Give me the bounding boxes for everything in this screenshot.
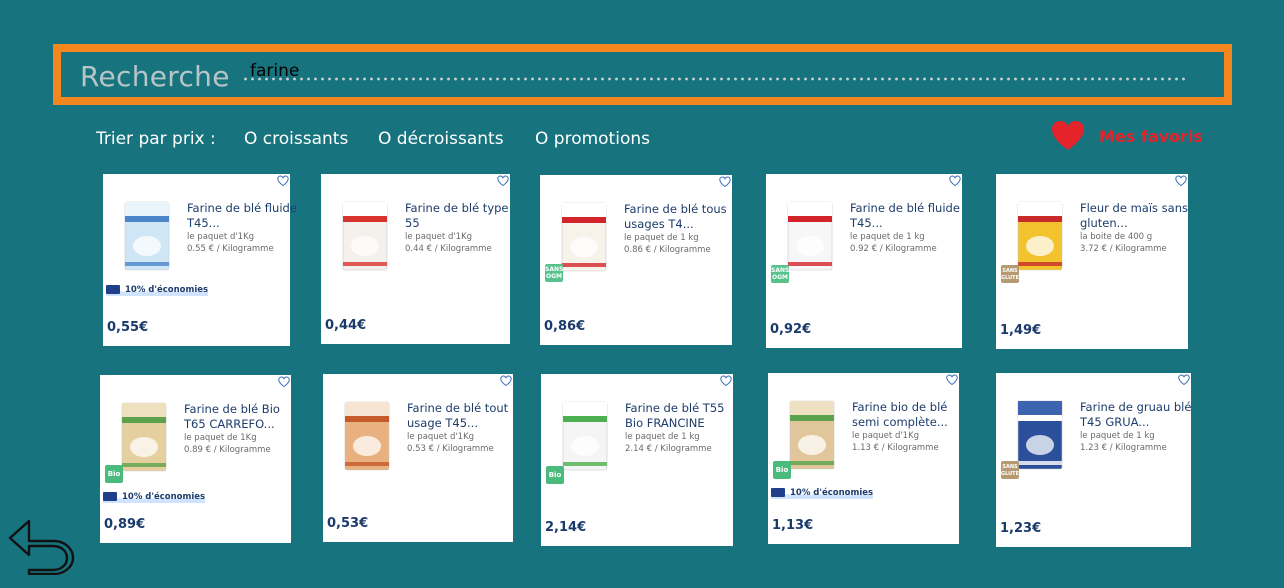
product-unit: le paquet de 1Kg — [184, 433, 257, 443]
promo-tag-icon — [103, 492, 117, 501]
product-price: 1,49€ — [1000, 323, 1042, 338]
product-card[interactable]: Farine bio de blé semi complète... le paq… — [768, 373, 959, 544]
promo-badge: 10% d'économies — [106, 285, 209, 296]
product-card[interactable]: Farine de blé fluide T45... le paquet d'1… — [103, 174, 297, 346]
product-unit: le paquet de 1 kg — [625, 432, 700, 442]
sort-option-decroissants[interactable]: O décroissants — [378, 129, 504, 149]
product-card[interactable]: Farine de gruau blé T45 GRUA... le paquet… — [996, 373, 1191, 547]
product-price-per-kg: 0.55 € / Kilogramme — [187, 244, 274, 254]
product-unit: le paquet de 1 kg — [850, 232, 925, 242]
product-name[interactable]: Farine de blé fluide T45... — [850, 201, 968, 231]
product-unit: le paquet d'1Kg — [852, 431, 920, 441]
product-price: 1,23€ — [1000, 521, 1042, 536]
search-box[interactable]: Recherche farine — [53, 44, 1232, 105]
favorite-heart-icon[interactable] — [720, 375, 732, 387]
product-image — [1017, 201, 1063, 271]
product-unit: le paquet d'1Kg — [187, 232, 255, 242]
sort-option-croissants[interactable]: O croissants — [244, 129, 348, 149]
product-card[interactable]: Farine de blé Bio T65 CARREFO... le paque… — [100, 375, 291, 543]
product-price: 0,53€ — [327, 516, 369, 531]
product-name[interactable]: Farine de blé fluide T45... — [187, 201, 305, 231]
product-image — [342, 201, 388, 271]
product-price-per-kg: 0.89 € / Kilogramme — [184, 445, 271, 455]
product-card[interactable]: Farine de blé tout usage T45... le paquet… — [323, 374, 513, 542]
product-price: 0,86€ — [544, 319, 586, 334]
product-card[interactable]: Farine de blé type 55 le paquet d'1Kg 0.44… — [321, 174, 510, 344]
favorite-heart-icon[interactable] — [278, 376, 290, 388]
product-price: 2,14€ — [545, 520, 587, 535]
product-image — [562, 401, 608, 471]
product-price-per-kg: 2.14 € / Kilogramme — [625, 444, 712, 454]
product-price-per-kg: 3.72 € / Kilogramme — [1080, 244, 1167, 254]
product-price-per-kg: 1.13 € / Kilogramme — [852, 443, 939, 453]
product-name[interactable]: Farine de blé tous usages T4... — [624, 202, 742, 232]
favorite-heart-icon[interactable] — [1178, 374, 1190, 386]
product-unit: le paquet d'1Kg — [407, 432, 475, 442]
promo-badge: 10% d'économies — [103, 492, 206, 503]
product-label-badge: Bio — [105, 465, 123, 483]
search-input[interactable]: farine — [250, 61, 299, 81]
product-price: 1,13€ — [772, 518, 814, 533]
product-name[interactable]: Farine de blé T55 Bio FRANCINE — [625, 401, 743, 431]
product-image — [789, 400, 835, 470]
product-image — [561, 202, 607, 272]
favorites-label: Mes favoris — [1099, 127, 1203, 146]
favorite-heart-icon[interactable] — [500, 375, 512, 387]
product-name[interactable]: Farine de blé Bio T65 CARREFO... — [184, 402, 302, 432]
favorite-heart-icon[interactable] — [277, 175, 289, 187]
product-name[interactable]: Fleur de maïs sans gluten... — [1080, 201, 1198, 231]
product-price: 0,92€ — [770, 322, 812, 337]
product-label-badge: SANS GLUTEN — [1001, 461, 1019, 479]
product-card[interactable]: Farine de blé tous usages T4... le paquet… — [540, 175, 732, 345]
product-unit: le paquet de 1 kg — [624, 233, 699, 243]
promo-text: 10% d'économies — [125, 285, 209, 295]
product-label-badge: SANS OGM — [771, 265, 789, 283]
product-name[interactable]: Farine bio de blé semi complète... — [852, 400, 970, 430]
product-image — [121, 402, 167, 472]
product-price-per-kg: 0.44 € / Kilogramme — [405, 244, 492, 254]
search-dotted-line — [242, 77, 1189, 81]
search-label: Recherche — [80, 60, 230, 93]
product-image — [1017, 400, 1063, 470]
back-arrow-icon[interactable] — [7, 518, 75, 575]
product-price-per-kg: 0.53 € / Kilogramme — [407, 444, 494, 454]
favorite-heart-icon[interactable] — [719, 176, 731, 188]
product-image — [344, 401, 390, 471]
product-price: 0,55€ — [107, 320, 149, 335]
product-label-badge: SANS GLUTEN — [1001, 265, 1019, 283]
sort-title: Trier par prix : — [96, 129, 216, 149]
product-name[interactable]: Farine de blé tout usage T45... — [407, 401, 525, 431]
promo-text: 10% d'économies — [790, 488, 874, 498]
product-name[interactable]: Farine de gruau blé T45 GRUA... — [1080, 400, 1198, 430]
product-label-badge: Bio — [773, 461, 791, 479]
heart-icon — [1052, 121, 1084, 150]
promo-tag-icon — [771, 488, 785, 497]
product-card[interactable]: Fleur de maïs sans gluten... la boite de … — [996, 174, 1188, 349]
promo-text: 10% d'économies — [122, 492, 206, 502]
product-card[interactable]: Farine de blé T55 Bio FRANCINE le paquet … — [541, 374, 733, 546]
favorite-heart-icon[interactable] — [949, 175, 961, 187]
product-unit: le paquet d'1Kg — [405, 232, 473, 242]
product-image — [787, 201, 833, 271]
product-price-per-kg: 1.23 € / Kilogramme — [1080, 443, 1167, 453]
favorite-heart-icon[interactable] — [1175, 175, 1187, 187]
favorite-heart-icon[interactable] — [497, 175, 509, 187]
promo-badge: 10% d'économies — [771, 488, 874, 499]
favorite-heart-icon[interactable] — [946, 374, 958, 386]
promo-tag-icon — [106, 285, 120, 294]
product-unit: la boite de 400 g — [1080, 232, 1153, 242]
product-label-badge: SANS OGM — [545, 264, 563, 282]
product-price: 0,44€ — [325, 318, 367, 333]
product-card[interactable]: Farine de blé fluide T45... le paquet de … — [766, 174, 962, 348]
product-price-per-kg: 0.86 € / Kilogramme — [624, 245, 711, 255]
product-price: 0,89€ — [104, 517, 146, 532]
product-price-per-kg: 0.92 € / Kilogramme — [850, 244, 937, 254]
product-image — [124, 201, 170, 271]
product-unit: le paquet de 1 kg — [1080, 431, 1155, 441]
sort-option-promotions[interactable]: O promotions — [535, 129, 650, 149]
product-name[interactable]: Farine de blé type 55 — [405, 201, 523, 231]
product-label-badge: Bio — [546, 466, 564, 484]
